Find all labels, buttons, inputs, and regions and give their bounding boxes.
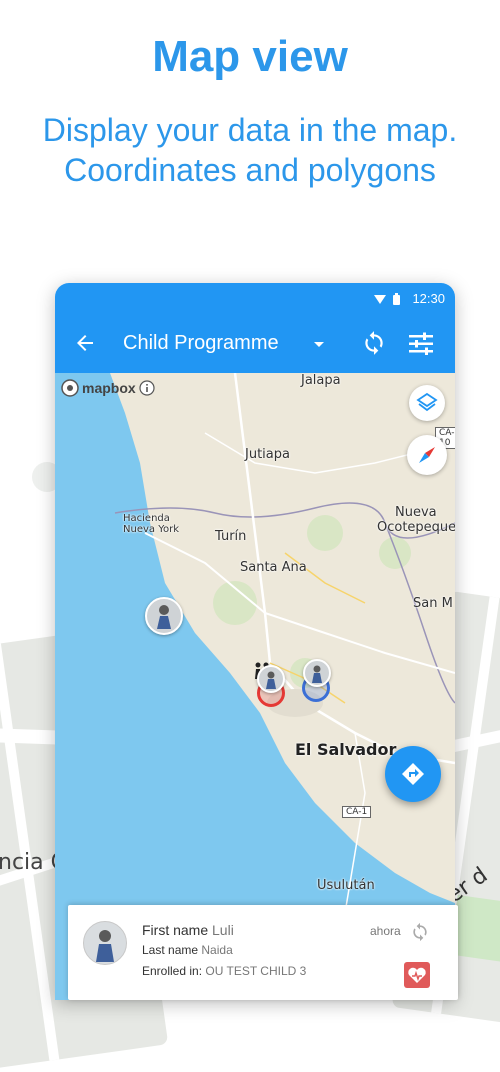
mapbox-attribution: mapbox [61, 379, 155, 397]
map-label-jutiapa: Jutiapa [245, 447, 290, 462]
map-label-hacienda: Hacienda Nueva York [123, 513, 179, 535]
map-label-santa-ana: Santa Ana [240, 560, 307, 575]
layers-button[interactable] [409, 385, 445, 421]
map-label-nueva-line2: Ocotepeque [377, 520, 455, 535]
map-label-san-m: San M [413, 596, 453, 611]
map-label-jalapa: Jalapa [301, 373, 341, 388]
map-label-nueva-ocotepeque: Nueva Ocotepeque [377, 505, 455, 535]
map-marker-person[interactable] [145, 597, 183, 635]
person-avatar-icon [266, 671, 276, 689]
heart-icon [408, 967, 426, 983]
first-name-label: First name [142, 922, 209, 938]
back-arrow-icon[interactable] [73, 331, 97, 355]
wifi-icon [374, 293, 400, 305]
status-icons [373, 292, 403, 311]
status-time: 12:30 [412, 291, 445, 306]
sync-icon[interactable] [410, 922, 430, 942]
card-time: ahora [370, 924, 401, 938]
first-name-value: Luli [212, 922, 234, 938]
promo-subtitle-line1: Display your data in the map. [42, 112, 458, 148]
person-avatar-icon [96, 930, 114, 962]
enrolled-in-field: Enrolled in: OU TEST CHILD 3 [142, 964, 306, 978]
last-name-value: Naida [201, 943, 233, 957]
sync-icon[interactable] [361, 330, 387, 356]
directions-button[interactable] [385, 746, 441, 802]
promo-title: Map view [152, 32, 348, 81]
info-icon[interactable] [139, 380, 155, 396]
dropdown-icon[interactable] [311, 337, 327, 353]
person-avatar-icon [157, 605, 171, 629]
map-label-nueva-line1: Nueva [395, 505, 437, 520]
enrolled-label: Enrolled in: [142, 964, 203, 978]
directions-icon [402, 763, 424, 785]
avatar [83, 921, 127, 965]
map-label-turin: Turín [215, 529, 247, 544]
person-avatar-icon [312, 665, 322, 683]
status-bar: 12:30 [55, 283, 455, 315]
last-name-label: Last name [142, 943, 199, 957]
phone-screen: 12:30 Child Programme mapbox Jalapa Juti… [55, 283, 455, 1000]
filter-icon[interactable] [407, 330, 435, 358]
compass-button[interactable] [407, 435, 447, 475]
compass-icon [419, 447, 435, 463]
map-label-hacienda-line1: Hacienda [123, 513, 170, 524]
first-name-field: First name Luli [142, 922, 234, 938]
promo-subtitle: Display your data in the map. Coordinate… [0, 110, 500, 190]
promo-subtitle-line2: Coordinates and polygons [64, 152, 436, 188]
program-title[interactable]: Child Programme [123, 332, 279, 355]
road-shield-ca1: CA-1 [342, 806, 372, 818]
map-label-el-salvador: El Salvador [295, 740, 397, 759]
tracked-entity-card[interactable]: First name Luli Last name Naida Enrolled… [68, 905, 458, 1000]
enrolled-value: OU TEST CHILD 3 [205, 964, 307, 978]
layers-icon [416, 392, 438, 412]
mapbox-text: mapbox [82, 380, 136, 396]
app-bar: Child Programme [55, 315, 455, 373]
map-label-hacienda-line2: Nueva York [123, 524, 179, 535]
map-marker-person[interactable] [257, 665, 285, 693]
last-name-field: Last name Naida [142, 943, 233, 957]
mapbox-logo-icon [61, 379, 79, 397]
map-label-usulutan: Usulután [317, 878, 375, 893]
map-marker-person[interactable] [303, 659, 331, 687]
heart-badge-icon [404, 962, 430, 988]
